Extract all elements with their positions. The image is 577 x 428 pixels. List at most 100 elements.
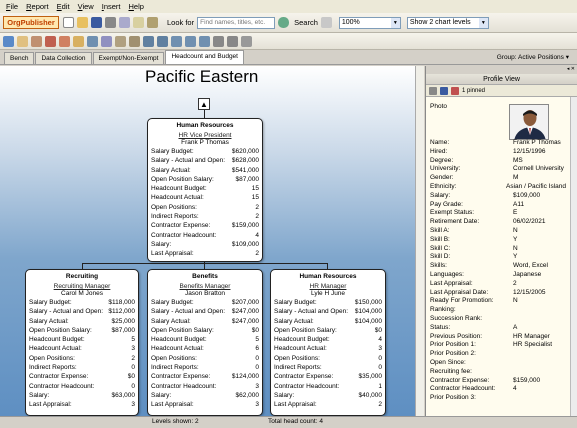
position-card-hr-vp[interactable]: Human Resources HR Vice President Frank … (147, 118, 263, 262)
profile-field-value: E (513, 209, 518, 217)
field-label: Headcount Budget: (151, 185, 207, 193)
org-icon[interactable] (73, 35, 84, 47)
pin-icon[interactable] (241, 35, 252, 47)
zoom-select[interactable]: 100% ▼ (338, 16, 401, 29)
tab-exempt-non-exempt[interactable]: Exempt/Non-Exempt (92, 52, 165, 64)
tree-icon[interactable] (87, 35, 98, 47)
position-card-recruiting[interactable]: Recruiting Recruiting Manager Carol M Jo… (25, 269, 139, 416)
sort-icon[interactable] (115, 35, 126, 47)
card-field-row: Contractor Headcount: 1 (274, 382, 382, 391)
zoom-in-icon[interactable] (171, 35, 182, 47)
field-value: 4 (378, 336, 382, 344)
profile-field-row: Retirement Date: 06/02/2021 (430, 218, 566, 227)
preview-icon[interactable] (119, 17, 130, 28)
profile-field-row: Ranking: (430, 306, 566, 315)
profile-field-label: Skill C: (430, 244, 451, 252)
card-person-name: Carol M Jones (61, 290, 103, 297)
profile-field-value: N (513, 226, 518, 234)
field-value: $159,000 (231, 222, 259, 230)
go-up-icon[interactable]: ▲ (198, 98, 210, 110)
profile-field-value: Cornell University (513, 165, 564, 173)
profile-field-label: Prior Position 3: (430, 394, 476, 402)
card-field-row: Last Appraisal: 3 (151, 400, 259, 409)
fit-icon[interactable] (199, 35, 210, 47)
profile-field-label: Pay Grade: (430, 200, 463, 208)
field-label: Headcount Budget: (29, 336, 85, 344)
person-icon[interactable] (45, 35, 56, 47)
card-position-title: HR Manager (309, 283, 347, 290)
field-label: Open Positions: (29, 354, 75, 362)
card-field-row: Contractor Headcount: 0 (29, 382, 135, 391)
profile-field-label: Previous Position: (430, 332, 483, 340)
card-field-row: Headcount Budget: 5 (151, 335, 259, 344)
people-icon[interactable] (59, 35, 70, 47)
search-input[interactable] (197, 16, 276, 29)
profile-field-row: Open Since: (430, 359, 566, 368)
profile-field-label: Last Appraisal Date: (430, 288, 489, 296)
field-label: Open Positions: (274, 354, 320, 362)
profile-scrollbar[interactable] (570, 97, 577, 416)
filter-icon[interactable] (129, 35, 140, 47)
card-field-row: Open Position Salary: $0 (274, 326, 382, 335)
tab-headcount-and-budget[interactable]: Headcount and Budget (165, 50, 244, 64)
format-icon[interactable] (31, 35, 42, 47)
chart-levels-select[interactable]: Show 2 chart levels ▼ (406, 16, 489, 29)
card-field-row: Salary Budget: $118,000 (29, 298, 135, 307)
card-field-row: Salary Actual: $247,000 (151, 317, 259, 326)
open-icon[interactable] (77, 17, 88, 28)
profile-field-label: Contractor Expense: (430, 376, 490, 384)
search-label[interactable]: Search (294, 18, 318, 27)
profile-field-label: Skill D: (430, 253, 451, 261)
new-icon[interactable] (63, 17, 74, 28)
email-icon[interactable] (133, 17, 144, 28)
org-chart-canvas[interactable]: Pacific Eastern ▲ Human Resources HR Vic… (0, 66, 415, 416)
menu-report[interactable]: Report (26, 2, 49, 11)
zoom-out-icon[interactable] (185, 35, 196, 47)
menu-file[interactable]: File (6, 2, 18, 11)
field-value: 0 (131, 364, 135, 372)
card-field-row: Contractor Headcount: 4 (151, 231, 259, 240)
chart-vertical-scrollbar[interactable] (415, 66, 424, 416)
card-field-row: Indirect Reports: 2 (151, 212, 259, 221)
expand-icon[interactable] (213, 35, 224, 47)
panel-close-icon[interactable]: ◂ ✕ (426, 66, 577, 74)
card-field-row: Open Position Salary: $0 (151, 326, 259, 335)
print-icon[interactable] (429, 86, 437, 95)
save-icon[interactable] (91, 17, 102, 28)
box-icon[interactable] (17, 35, 28, 47)
tab-data-collection[interactable]: Data Collection (35, 52, 92, 64)
profile-field-label: Status: (430, 323, 451, 331)
menu-help[interactable]: Help (129, 2, 144, 11)
tab-bench[interactable]: Bench (4, 52, 35, 64)
card-rows: Salary Budget: $150,000 Salary - Actual an… (274, 298, 382, 410)
save-icon[interactable] (440, 86, 448, 95)
menu-view[interactable]: View (78, 2, 94, 11)
field-label: Salary Budget: (29, 299, 72, 306)
position-card-hr-manager[interactable]: Human Resources HR Manager Lyle H June S… (270, 269, 386, 416)
lock-icon[interactable] (147, 17, 158, 28)
card-field-row: Salary: $62,000 (151, 391, 259, 400)
print-icon[interactable] (105, 17, 116, 28)
card-field-row: Salary: $63,000 (29, 391, 135, 400)
profile-field-value: Y (513, 235, 518, 243)
layout-icon[interactable] (101, 35, 112, 47)
position-card-benefits[interactable]: Benefits Benefits Manager Jason Bratton … (147, 269, 263, 416)
layout-list-icon[interactable] (157, 35, 168, 47)
field-label: Contractor Expense: (29, 373, 89, 381)
pin-icon[interactable] (451, 86, 459, 95)
card-field-row: Last Appraisal: 2 (274, 400, 382, 409)
menu-insert[interactable]: Insert (102, 2, 121, 11)
search-go-icon[interactable] (278, 17, 290, 28)
copy-icon[interactable] (320, 17, 332, 28)
layout-grid-icon[interactable] (143, 35, 154, 47)
group-filter[interactable]: Group: Active Positions ▾ (497, 53, 569, 61)
field-label: Contractor Headcount: (151, 231, 217, 239)
card-field-row: Headcount Actual: 15 (151, 193, 259, 202)
field-label: Salary: (151, 391, 172, 399)
chart-style-icon[interactable] (3, 35, 14, 47)
menu-edit[interactable]: Edit (57, 2, 70, 11)
profile-field-value: N (513, 297, 518, 305)
collapse-icon[interactable] (227, 35, 238, 47)
card-dept: Human Resources (299, 273, 357, 280)
field-label: Contractor Headcount: (29, 382, 95, 390)
